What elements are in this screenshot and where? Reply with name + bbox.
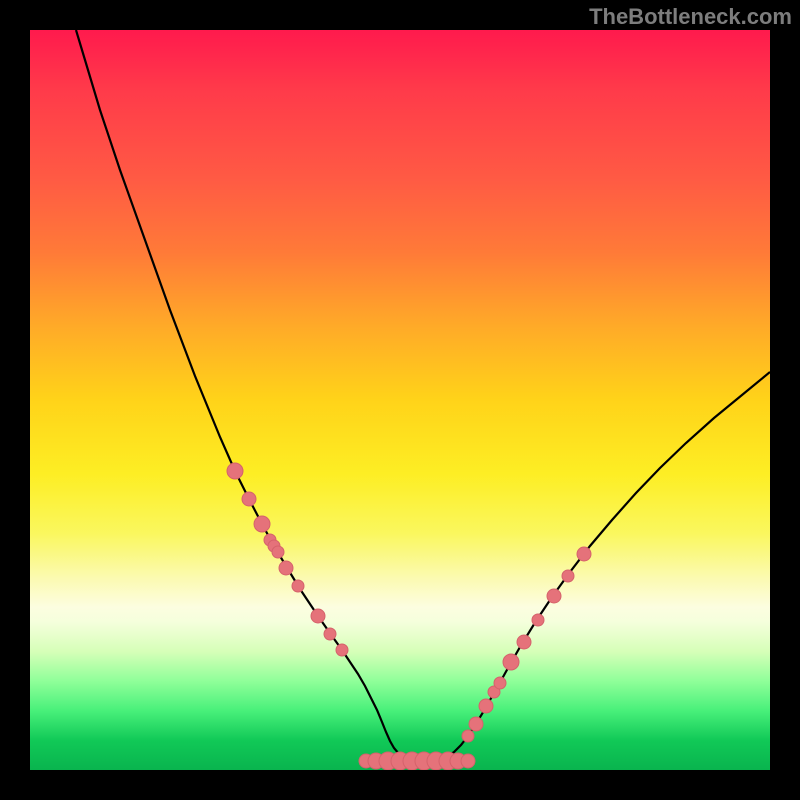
data-marker-left — [242, 492, 256, 506]
data-marker-left — [324, 628, 336, 640]
data-marker-right — [469, 717, 483, 731]
data-marker-left — [292, 580, 304, 592]
baseline-marker — [461, 754, 475, 768]
data-marker-left — [227, 463, 243, 479]
watermark-text: TheBottleneck.com — [589, 4, 792, 30]
data-marker-right — [532, 614, 544, 626]
data-marker-left — [272, 546, 284, 558]
data-marker-left — [311, 609, 325, 623]
data-marker-left — [254, 516, 270, 532]
data-marker-left — [336, 644, 348, 656]
bottleneck-curve — [76, 30, 770, 762]
data-marker-right — [479, 699, 493, 713]
plot-area — [30, 30, 770, 770]
data-marker-right — [494, 677, 506, 689]
data-marker-right — [562, 570, 574, 582]
data-marker-right — [517, 635, 531, 649]
data-marker-left — [279, 561, 293, 575]
data-marker-right — [547, 589, 561, 603]
chart-svg — [30, 30, 770, 770]
data-marker-right — [503, 654, 519, 670]
data-marker-right — [577, 547, 591, 561]
data-marker-right — [462, 730, 474, 742]
chart-frame: TheBottleneck.com — [0, 0, 800, 800]
